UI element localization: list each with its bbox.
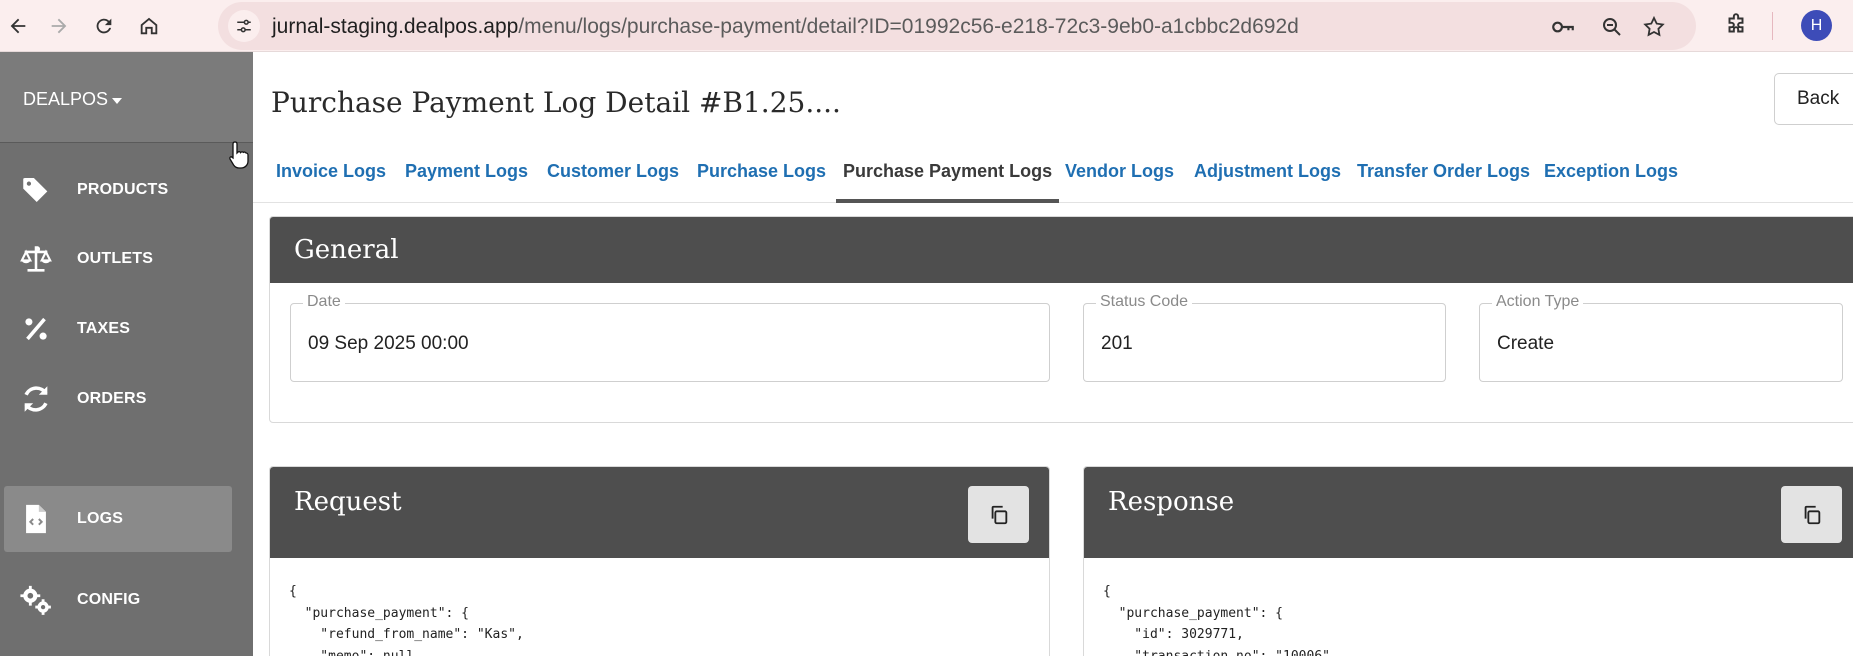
- tab-adjustment-logs[interactable]: Adjustment Logs: [1194, 140, 1341, 202]
- sidebar-item-label: ORDERS: [77, 390, 147, 407]
- url-path: /menu/logs/purchase-payment/detail?ID=01…: [518, 15, 1299, 38]
- url-text: jurnal-staging.dealpos.app/menu/logs/pur…: [272, 15, 1299, 39]
- toolbar-divider: [1772, 12, 1773, 40]
- tab-payment-logs[interactable]: Payment Logs: [405, 140, 528, 202]
- gears-icon: [14, 583, 58, 617]
- page-title: Purchase Payment Log Detail #B1.25....: [271, 86, 841, 119]
- action-type-field: Action Type Create: [1479, 293, 1843, 382]
- tab-transfer-order-logs[interactable]: Transfer Order Logs: [1357, 140, 1530, 202]
- mouse-pointer-icon: [228, 140, 250, 175]
- response-title: Response: [1108, 487, 1235, 517]
- date-value: 09 Sep 2025 00:00: [308, 333, 469, 354]
- url-host: jurnal-staging.dealpos.app: [272, 15, 519, 38]
- action-type-label: Action Type: [1492, 293, 1584, 311]
- request-title: Request: [294, 487, 402, 517]
- brand-label: DEALPOS: [23, 89, 109, 109]
- tag-icon: [14, 173, 58, 207]
- zoom-icon[interactable]: [1599, 14, 1625, 40]
- sidebar-item-label: OUTLETS: [77, 250, 154, 267]
- tab-purchase-payment-logs[interactable]: Purchase Payment Logs: [835, 140, 1060, 203]
- back-button[interactable]: Back: [1774, 73, 1853, 125]
- status-code-field: Status Code 201: [1083, 293, 1446, 382]
- general-panel-title: General: [270, 217, 1853, 283]
- sidebar-item-orders[interactable]: ORDERS: [4, 366, 232, 432]
- forward-arrow-icon[interactable]: [41, 8, 77, 44]
- response-panel-header: Response: [1084, 467, 1853, 558]
- sidebar-item-logs[interactable]: LOGS: [4, 486, 232, 552]
- scale-icon: [14, 242, 58, 276]
- sidebar-item-label: PRODUCTS: [77, 181, 169, 198]
- status-code-label: Status Code: [1096, 293, 1193, 311]
- sidebar: DEALPOS PRODUCTS OUTLETS TAXES ORDERS LO…: [0, 52, 253, 656]
- date-label: Date: [303, 293, 345, 311]
- request-json: { "purchase_payment": { "refund_from_nam…: [289, 584, 524, 656]
- tab-exception-logs[interactable]: Exception Logs: [1544, 140, 1678, 202]
- code-file-icon: [14, 502, 58, 536]
- profile-avatar[interactable]: H: [1801, 10, 1832, 41]
- browser-toolbar: jurnal-staging.dealpos.app/menu/logs/pur…: [0, 0, 1853, 52]
- tab-purchase-logs[interactable]: Purchase Logs: [697, 140, 826, 202]
- brand-area: DEALPOS: [0, 52, 253, 143]
- reload-icon[interactable]: [86, 8, 122, 44]
- caret-down-icon: [112, 97, 123, 104]
- copy-request-button[interactable]: [968, 486, 1029, 543]
- sidebar-item-taxes[interactable]: TAXES: [4, 296, 232, 362]
- address-bar[interactable]: jurnal-staging.dealpos.app/menu/logs/pur…: [218, 2, 1696, 50]
- sidebar-item-outlets[interactable]: OUTLETS: [4, 226, 232, 292]
- response-panel: Response { "purchase_payment": { "id": 3…: [1083, 466, 1853, 656]
- copy-response-button[interactable]: [1781, 486, 1842, 543]
- response-json: { "purchase_payment": { "id": 3029771, "…: [1103, 584, 1338, 656]
- sidebar-item-label: TAXES: [77, 320, 131, 337]
- password-key-icon[interactable]: [1550, 14, 1576, 40]
- log-tabs: Invoice Logs Payment Logs Customer Logs …: [253, 140, 1853, 203]
- site-info-icon[interactable]: [228, 10, 260, 42]
- action-type-value: Create: [1497, 333, 1555, 354]
- date-field: Date 09 Sep 2025 00:00: [290, 293, 1050, 382]
- percent-icon: [14, 312, 58, 346]
- extensions-icon[interactable]: [1723, 12, 1749, 38]
- brand-dropdown[interactable]: DEALPOS: [23, 89, 123, 110]
- sidebar-item-label: CONFIG: [77, 591, 141, 608]
- back-arrow-icon[interactable]: [0, 8, 36, 44]
- status-code-value: 201: [1101, 333, 1133, 354]
- request-panel-header: Request: [270, 467, 1049, 558]
- general-panel: General Date 09 Sep 2025 00:00 Status Co…: [269, 216, 1853, 423]
- copy-icon: [991, 505, 1007, 524]
- copy-icon: [1804, 505, 1820, 524]
- sidebar-item-products[interactable]: PRODUCTS: [4, 157, 232, 223]
- home-icon[interactable]: [131, 8, 167, 44]
- bookmark-star-icon[interactable]: [1641, 14, 1667, 40]
- tab-invoice-logs[interactable]: Invoice Logs: [276, 140, 386, 202]
- tab-customer-logs[interactable]: Customer Logs: [547, 140, 679, 202]
- request-panel: Request { "purchase_payment": { "refund_…: [269, 466, 1050, 656]
- sync-icon: [14, 382, 58, 416]
- tab-vendor-logs[interactable]: Vendor Logs: [1065, 140, 1174, 202]
- sidebar-item-config[interactable]: CONFIG: [4, 567, 232, 633]
- sidebar-item-label: LOGS: [77, 510, 124, 527]
